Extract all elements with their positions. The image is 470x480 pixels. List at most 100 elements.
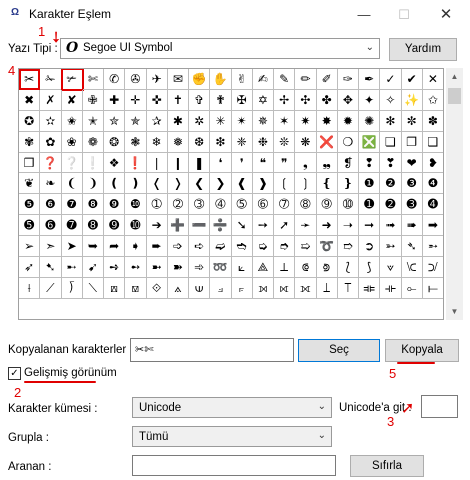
char-cell[interactable]: ❒ xyxy=(19,152,41,174)
char-cell[interactable]: ✻ xyxy=(380,110,402,132)
char-cell[interactable]: ➍ xyxy=(422,194,443,216)
char-cell[interactable]: ➤ xyxy=(61,236,83,258)
char-cell[interactable]: ✄ xyxy=(82,69,104,90)
char-cell[interactable]: ❿ xyxy=(125,194,147,216)
char-cell[interactable]: ✠ xyxy=(231,89,253,111)
char-cell[interactable]: ❇ xyxy=(210,131,232,153)
maximize-button[interactable]: ☐ xyxy=(390,4,418,26)
char-cell[interactable]: ⟌ xyxy=(61,277,83,299)
char-cell[interactable]: ➖ xyxy=(189,215,211,237)
char-cell[interactable]: ⟘ xyxy=(316,277,338,299)
char-cell[interactable]: ➈ xyxy=(316,194,338,216)
char-cell[interactable]: ❍ xyxy=(337,131,359,153)
char-cell[interactable]: ❬ xyxy=(146,173,168,195)
char-cell[interactable]: ✕ xyxy=(422,69,443,90)
char-cell[interactable]: ➐ xyxy=(61,215,83,237)
char-cell[interactable]: ➜ xyxy=(316,215,338,237)
char-cell[interactable]: ⟔ xyxy=(231,277,253,299)
char-cell[interactable]: ❼ xyxy=(61,194,83,216)
char-cell[interactable]: ✚ xyxy=(104,89,126,111)
char-cell[interactable]: ➃ xyxy=(210,194,232,216)
char-cell[interactable]: ✌ xyxy=(231,69,253,90)
char-cell[interactable]: ⟅ xyxy=(337,257,359,278)
char-cell[interactable]: ❮ xyxy=(189,173,211,195)
char-cell[interactable]: ⟖ xyxy=(274,277,296,299)
char-cell[interactable]: ➕ xyxy=(167,215,189,237)
char-cell[interactable]: ❀ xyxy=(61,131,83,153)
char-cell[interactable]: ➏ xyxy=(40,215,62,237)
scroll-thumb[interactable] xyxy=(448,88,461,104)
char-cell[interactable]: ✘ xyxy=(61,89,83,111)
char-cell[interactable]: ❉ xyxy=(252,131,274,153)
char-cell[interactable]: ⟄ xyxy=(316,257,338,278)
char-cell[interactable]: ❱ xyxy=(252,173,274,195)
char-cell[interactable]: ✡ xyxy=(252,89,274,111)
char-cell[interactable]: ➿ xyxy=(210,257,232,278)
char-cell[interactable]: ✴ xyxy=(231,110,253,132)
char-cell[interactable]: ➣ xyxy=(40,236,62,258)
group-select[interactable]: Tümü ⌄ xyxy=(132,426,332,447)
char-cell[interactable]: ❺ xyxy=(19,194,41,216)
char-cell[interactable]: ❢ xyxy=(359,152,381,174)
char-cell[interactable]: ✰ xyxy=(146,110,168,132)
char-cell[interactable]: ✧ xyxy=(380,89,402,111)
char-cell[interactable]: ❙ xyxy=(167,152,189,174)
select-button[interactable]: Seç xyxy=(298,339,380,362)
char-cell[interactable]: ❾ xyxy=(104,194,126,216)
char-cell[interactable]: ❞ xyxy=(274,152,296,174)
char-cell[interactable]: ✽ xyxy=(422,110,443,132)
char-cell[interactable]: ➌ xyxy=(401,194,423,216)
char-cell[interactable]: ❳ xyxy=(295,173,317,195)
char-cell[interactable]: ➠ xyxy=(401,215,423,237)
char-cell[interactable]: ➂ xyxy=(189,194,211,216)
char-cell[interactable]: ➝ xyxy=(337,215,359,237)
char-cell[interactable]: ❂ xyxy=(104,131,126,153)
char-cell[interactable]: ➮ xyxy=(274,236,296,258)
char-cell[interactable]: ✒ xyxy=(359,69,381,90)
char-cell[interactable]: ❻ xyxy=(40,194,62,216)
char-cell[interactable]: ➑ xyxy=(82,215,104,237)
char-cell[interactable]: ❖ xyxy=(104,152,126,174)
char-cell[interactable]: ✫ xyxy=(40,110,62,132)
char-cell[interactable]: ➺ xyxy=(104,257,126,278)
char-cell[interactable]: ❗ xyxy=(125,152,147,174)
char-cell[interactable]: ❡ xyxy=(337,152,359,174)
char-cell[interactable]: ➛ xyxy=(295,215,317,237)
char-cell[interactable]: ✗ xyxy=(40,89,62,111)
char-cell[interactable]: ✉ xyxy=(167,69,189,90)
char-cell[interactable]: ✍ xyxy=(252,69,274,90)
char-cell[interactable]: ➵ xyxy=(422,236,443,258)
char-cell[interactable]: ❎ xyxy=(359,131,381,153)
char-cell[interactable]: ✈ xyxy=(146,69,168,90)
scroll-down-icon[interactable]: ▼ xyxy=(446,303,463,320)
char-cell[interactable]: ❦ xyxy=(19,173,41,195)
char-cell[interactable]: ❥ xyxy=(422,152,443,174)
char-cell[interactable]: ❩ xyxy=(82,173,104,195)
char-cell[interactable]: ❣ xyxy=(380,152,402,174)
char-cell[interactable]: ❅ xyxy=(167,131,189,153)
char-cell[interactable]: ⟗ xyxy=(295,277,317,299)
char-cell[interactable]: ⟙ xyxy=(337,277,359,299)
char-cell[interactable]: ✲ xyxy=(189,110,211,132)
char-cell[interactable]: ❑ xyxy=(422,131,443,153)
char-cell[interactable]: ❝ xyxy=(252,152,274,174)
char-cell[interactable]: ✆ xyxy=(104,69,126,90)
char-cell[interactable]: ❐ xyxy=(401,131,423,153)
copy-button[interactable]: Kopyala xyxy=(385,339,459,362)
char-cell[interactable]: ✥ xyxy=(337,89,359,111)
char-cell[interactable]: ✤ xyxy=(316,89,338,111)
char-cell[interactable]: ❤ xyxy=(401,152,423,174)
char-cell[interactable]: ✖ xyxy=(19,89,41,111)
char-cell[interactable]: ⟚ xyxy=(359,277,381,299)
char-cell[interactable]: ➘ xyxy=(231,215,253,237)
char-cell[interactable]: ⟇ xyxy=(380,257,402,278)
char-cell[interactable]: ➒ xyxy=(104,215,126,237)
char-cell[interactable]: ❶ xyxy=(359,173,381,195)
char-cell[interactable]: ⟈ xyxy=(401,257,423,278)
char-cell[interactable]: ➎ xyxy=(19,215,41,237)
char-cell[interactable]: ➡ xyxy=(422,215,443,237)
goto-unicode-input[interactable] xyxy=(421,395,458,418)
char-cell[interactable]: ❌ xyxy=(316,131,338,153)
scroll-up-icon[interactable]: ▲ xyxy=(446,68,463,85)
char-cell[interactable]: ➸ xyxy=(61,257,83,278)
